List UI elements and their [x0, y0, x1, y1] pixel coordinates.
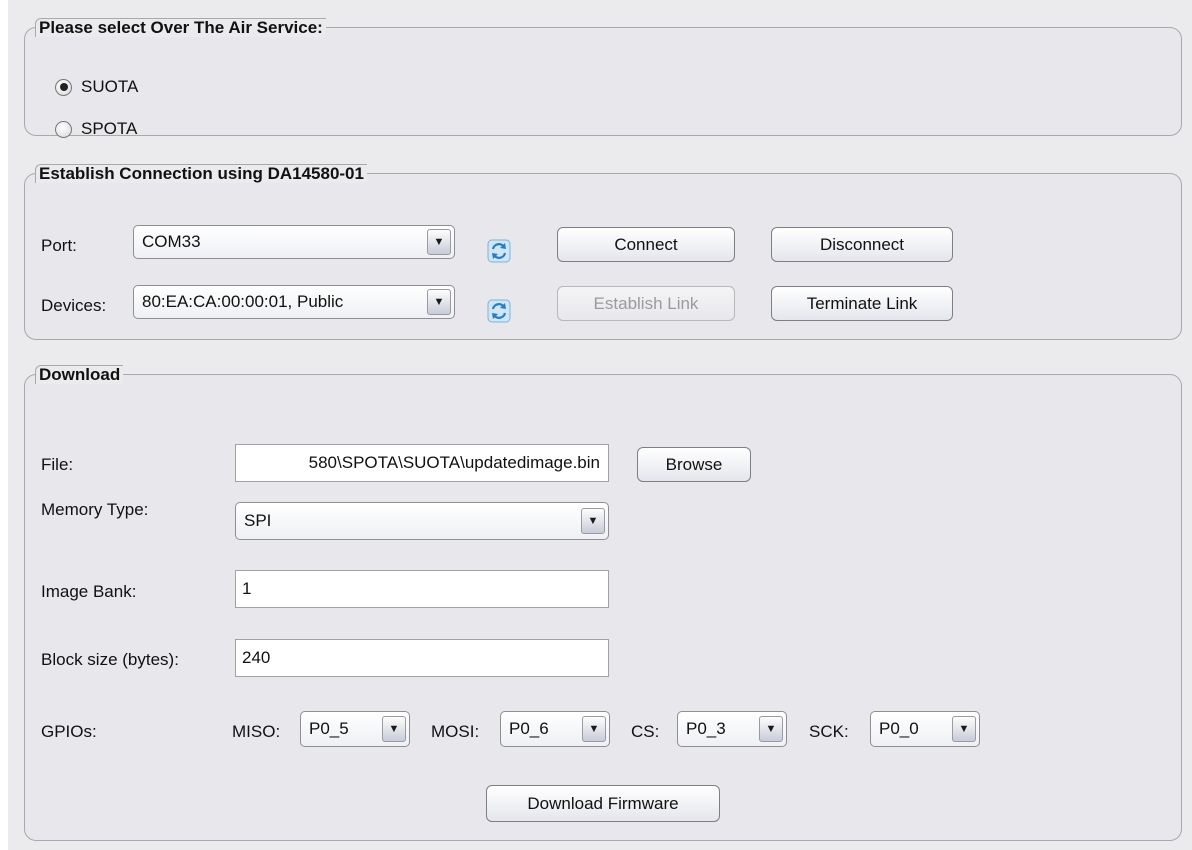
file-label: File:: [41, 455, 74, 474]
gpio-miso-label: MISO:: [232, 722, 281, 741]
terminate-link-button[interactable]: Terminate Link: [771, 286, 953, 321]
ota-service-legend: Please select Over The Air Service:: [35, 18, 326, 37]
radio-spota-label: SPOTA: [81, 119, 138, 138]
chevron-down-icon: ▼: [427, 289, 451, 315]
gpio-cs-select[interactable]: P0_3 ▼: [677, 711, 787, 747]
port-select[interactable]: COM33 ▼: [133, 225, 455, 259]
chevron-down-icon: ▼: [759, 716, 783, 742]
ota-service-group: Please select Over The Air Service: SUOT…: [24, 18, 1182, 139]
memory-type-label: Memory Type:: [41, 500, 149, 519]
gpio-cs-label: CS:: [631, 722, 660, 741]
gpio-sck-value: P0_0: [879, 719, 919, 738]
memory-type-value: SPI: [244, 511, 272, 530]
devices-label: Devices:: [41, 296, 107, 315]
chevron-down-icon: ▼: [427, 229, 451, 255]
download-group: Download File: 580\SPOTA\SUOTA\updatedim…: [24, 365, 1182, 841]
devices-value: 80:EA:CA:00:00:01, Public: [142, 292, 344, 311]
gpio-miso-value: P0_5: [309, 719, 349, 738]
radio-unselected-icon: [55, 120, 72, 138]
connect-button[interactable]: Connect: [557, 227, 735, 262]
radio-spota[interactable]: SPOTA: [55, 119, 137, 139]
download-firmware-button[interactable]: Download Firmware: [486, 785, 720, 822]
download-legend: Download: [35, 365, 124, 384]
refresh-icon[interactable]: [487, 239, 511, 263]
suota-app-window: Please select Over The Air Service: SUOT…: [8, 0, 1192, 850]
chevron-down-icon: ▼: [581, 508, 605, 534]
block-size-label: Block size (bytes):: [41, 650, 179, 669]
connection-group: Establish Connection using DA14580-01 Po…: [24, 164, 1182, 340]
file-path-field[interactable]: 580\SPOTA\SUOTA\updatedimage.bin: [235, 444, 609, 482]
block-size-field[interactable]: 240: [235, 639, 609, 677]
radio-suota-label: SUOTA: [81, 77, 139, 96]
devices-select[interactable]: 80:EA:CA:00:00:01, Public ▼: [133, 285, 455, 319]
refresh-icon[interactable]: [487, 299, 511, 323]
radio-selected-icon: [55, 78, 72, 96]
radio-suota[interactable]: SUOTA: [55, 77, 138, 97]
gpio-mosi-label: MOSI:: [431, 722, 480, 741]
port-value: COM33: [142, 232, 201, 251]
gpio-mosi-select[interactable]: P0_6 ▼: [500, 711, 610, 747]
image-bank-label: Image Bank:: [41, 582, 137, 601]
gpio-mosi-value: P0_6: [509, 719, 549, 738]
gpio-miso-select[interactable]: P0_5 ▼: [300, 711, 410, 747]
connection-legend: Establish Connection using DA14580-01: [35, 164, 367, 183]
gpio-cs-value: P0_3: [686, 719, 726, 738]
gpio-sck-select[interactable]: P0_0 ▼: [870, 711, 980, 747]
chevron-down-icon: ▼: [582, 716, 606, 742]
chevron-down-icon: ▼: [952, 716, 976, 742]
chevron-down-icon: ▼: [382, 716, 406, 742]
gpio-sck-label: SCK:: [809, 722, 849, 741]
memory-type-select[interactable]: SPI ▼: [235, 502, 609, 540]
establish-link-button[interactable]: Establish Link: [557, 286, 735, 321]
gpios-label: GPIOs:: [41, 722, 97, 741]
disconnect-button[interactable]: Disconnect: [771, 227, 953, 262]
image-bank-field[interactable]: 1: [235, 570, 609, 608]
browse-button[interactable]: Browse: [637, 447, 751, 482]
port-label: Port:: [41, 236, 77, 255]
